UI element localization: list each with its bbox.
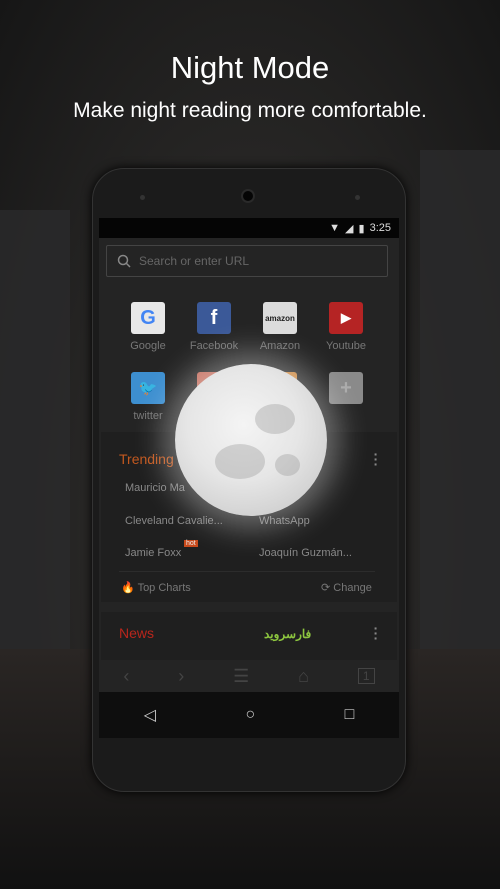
trending-item[interactable]: Jamie Foxx xyxy=(125,547,181,559)
nav-home-icon[interactable]: ○ xyxy=(245,706,255,724)
more-icon[interactable]: · · · xyxy=(373,621,379,645)
top-charts-link[interactable]: 🔥 Top Charts xyxy=(121,581,191,594)
menu-icon[interactable]: ☰ xyxy=(233,666,249,687)
building xyxy=(0,210,70,670)
front-camera xyxy=(241,189,255,203)
change-label: Change xyxy=(333,582,372,594)
speed-dial-facebook[interactable]: f Facebook xyxy=(184,302,244,352)
tabs-icon[interactable]: 1 xyxy=(357,668,375,684)
forward-icon[interactable]: › xyxy=(178,666,184,687)
page-subtitle: Make night reading more comfortable. xyxy=(73,99,427,122)
status-bar: ▼ ◢ ▮ 3:25 xyxy=(99,218,399,238)
trending-item[interactable]: WhatsApp xyxy=(259,515,310,527)
refresh-icon: ⟳ xyxy=(321,582,331,594)
facebook-icon: f xyxy=(197,302,231,334)
building xyxy=(420,150,500,670)
hot-badge: hot xyxy=(184,540,198,547)
twitter-icon: 🐦 xyxy=(131,372,165,404)
speed-dial-amazon[interactable]: amazon Amazon xyxy=(250,302,310,352)
speed-dial-youtube[interactable]: ▶ Youtube xyxy=(316,302,376,352)
plus-icon: + xyxy=(329,372,363,404)
top-charts-label: Top Charts xyxy=(137,582,191,594)
search-icon xyxy=(117,254,131,268)
nav-recents-icon[interactable]: □ xyxy=(345,706,355,724)
speed-dial-twitter[interactable]: 🐦 twitter xyxy=(118,372,178,422)
search-input[interactable]: Search or enter URL xyxy=(106,245,388,277)
wifi-icon: ▼ xyxy=(329,222,341,234)
signal-icon: ◢ xyxy=(345,222,354,235)
trending-item[interactable]: Mauricio Ma xyxy=(125,482,185,494)
more-icon[interactable]: · · · xyxy=(373,447,379,471)
status-time: 3:25 xyxy=(369,222,391,234)
sensor xyxy=(355,195,360,200)
page-title: Night Mode xyxy=(170,50,330,85)
search-placeholder: Search or enter URL xyxy=(139,254,250,268)
moon-icon xyxy=(175,364,327,516)
nav-back-icon[interactable]: ◁ xyxy=(144,705,156,725)
android-nav-bar: ◁ ○ □ xyxy=(99,692,399,738)
tile-label: twitter xyxy=(133,410,163,422)
change-button[interactable]: ⟳ Change xyxy=(321,581,372,594)
tile-label: Google xyxy=(130,340,166,352)
fire-icon: 🔥 xyxy=(121,582,135,594)
browser-toolbar: ‹ › ☰ ⌂ 1 xyxy=(99,660,399,692)
divider xyxy=(119,571,375,572)
battery-icon: ▮ xyxy=(358,222,365,235)
youtube-icon: ▶ xyxy=(329,302,363,334)
google-icon: G xyxy=(131,302,165,334)
news-title: News xyxy=(119,625,155,641)
trending-item[interactable]: Cleveland Cavalie... xyxy=(125,515,223,527)
trending-item[interactable]: Joaquín Guzmán... xyxy=(259,547,352,559)
watermark-logo: فارسروید xyxy=(264,627,312,641)
speed-dial-google[interactable]: G Google xyxy=(118,302,178,352)
tile-label: Amazon xyxy=(259,340,301,352)
add-site-button[interactable]: + xyxy=(316,372,376,410)
back-icon[interactable]: ‹ xyxy=(123,666,129,687)
amazon-icon: amazon xyxy=(263,302,297,334)
tile-label: Facebook xyxy=(189,340,239,352)
home-icon[interactable]: ⌂ xyxy=(298,666,309,687)
trending-title: Trending xyxy=(119,451,174,467)
tile-label: Youtube xyxy=(326,340,366,352)
sensor xyxy=(140,195,145,200)
